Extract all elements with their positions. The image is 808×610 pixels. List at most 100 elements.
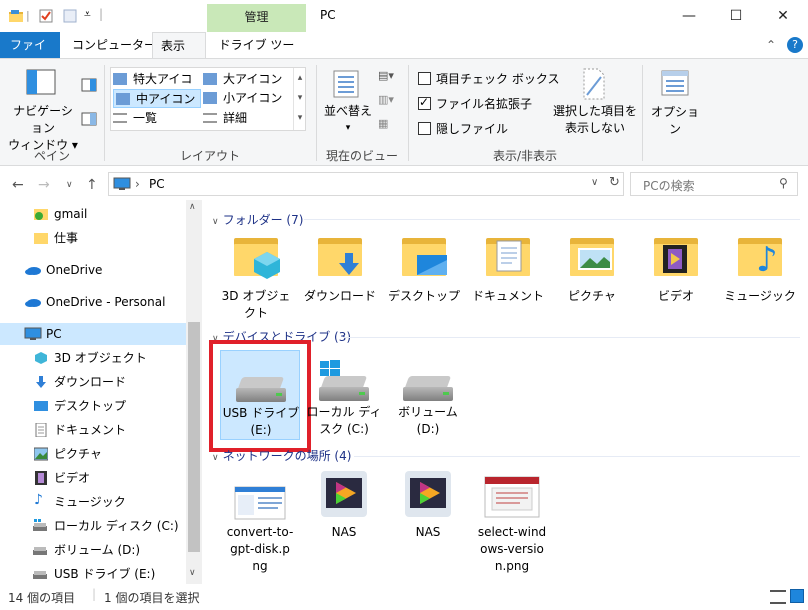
tab-drive-tools[interactable]: ドライブ ツール (207, 32, 306, 78)
nav-item-music[interactable]: ♪ ミュージック (0, 491, 186, 513)
add-columns-icon[interactable]: ▥▾ (378, 93, 400, 109)
qa-customize-icon[interactable]: ⩡ (84, 7, 91, 22)
nav-item-pictures[interactable]: ピクチャ (0, 443, 186, 465)
folder-item-documents[interactable]: ドキュメント (468, 236, 548, 306)
nav-item-desktop[interactable]: デスクトップ (0, 395, 186, 417)
maximize-button[interactable]: ☐ (714, 0, 758, 32)
sort-by-icon[interactable] (330, 69, 362, 99)
folder-item-downloads[interactable]: ダウンロード (300, 236, 380, 306)
minimize-button[interactable]: — (667, 0, 711, 32)
nav-item-3d-objects[interactable]: 3D オブジェクト (0, 347, 186, 369)
preview-pane-icon[interactable] (81, 78, 97, 92)
nav-item-volume-d[interactable]: ボリューム (D:) (0, 539, 186, 561)
usb-drive-icon (33, 571, 47, 579)
folder-item-desktop[interactable]: デスクトップ (384, 236, 464, 306)
details-view-icon[interactable] (770, 590, 786, 604)
help-icon[interactable]: ? (787, 37, 803, 53)
folder-label: ピクチャ (568, 289, 616, 303)
layout-list[interactable]: 一覧 (113, 109, 201, 128)
layout-large-icons[interactable]: 大アイコン (203, 70, 291, 88)
nav-item-local-disk-c[interactable]: ローカル ディスク (C:) (0, 515, 186, 537)
large-icons-view-icon[interactable] (790, 589, 804, 603)
checkbox[interactable] (418, 122, 431, 135)
folder-item-3d-objects[interactable]: 3D オブジェクト (216, 236, 296, 320)
new-folder-icon[interactable] (62, 8, 78, 24)
search-input[interactable]: PCの検索 ⚲ (630, 172, 798, 196)
up-arrow-icon[interactable]: ↑ (86, 177, 98, 193)
layout-small-icons[interactable]: 小アイコン (203, 89, 291, 108)
drive-item-local-c[interactable]: ローカル ディ スク (C:) (304, 350, 384, 440)
scroll-down-icon[interactable]: ∨ (189, 568, 196, 578)
network-section-header[interactable]: ∨ ネットワークの場所 (4) (212, 447, 351, 465)
details-icon (203, 113, 217, 123)
tab-view[interactable]: 表示 (152, 32, 206, 59)
manage-context-tab-header: 管理 (207, 4, 306, 32)
drive-item-volume-d[interactable]: ボリューム (D:) (388, 350, 468, 440)
ribbon-collapse-icon[interactable]: ⌃ (766, 38, 776, 52)
layout-extra-large-icons[interactable]: 特大アイコン (113, 70, 201, 104)
download-icon (36, 376, 46, 388)
refresh-icon[interactable]: ↻ (609, 175, 620, 190)
status-bar: 14 個の項目 | 1 個の項目を選択 (0, 584, 808, 610)
network-item-select-windows-version[interactable]: select-wind ows-versio n.png (472, 470, 552, 580)
drive-label-1: ローカル ディ (306, 405, 382, 419)
nav-item-pc[interactable]: PC (0, 323, 186, 345)
search-icon[interactable]: ⚲ (779, 176, 788, 190)
options-button[interactable]: オプション (646, 103, 704, 137)
options-icon[interactable] (660, 69, 690, 97)
properties-icon[interactable] (38, 8, 54, 24)
hide-selected-icon[interactable] (581, 67, 607, 101)
nav-item-gmail[interactable]: gmail (0, 203, 186, 225)
group-by-icon[interactable]: ▤▾ (378, 69, 400, 85)
drive-item-usb-e[interactable]: USB ドライブ (E:) (220, 350, 300, 440)
video-icon (35, 471, 47, 485)
nav-item-onedrive[interactable]: OneDrive (0, 259, 186, 281)
close-button[interactable]: ✕ (761, 0, 805, 32)
network-item-convert-to-gpt-disk[interactable]: convert-to- gpt-disk.p ng (220, 470, 300, 580)
layout-scroll[interactable]: ▴ ▾ ▾ (293, 68, 306, 130)
breadcrumb-separator-icon[interactable]: › (135, 177, 140, 191)
folder-item-music[interactable]: ♪ ミュージック (720, 236, 800, 306)
folder-item-pictures[interactable]: ピクチャ (552, 236, 632, 306)
scroll-up-icon[interactable]: ∧ (189, 202, 196, 212)
section-divider (354, 456, 800, 457)
sort-by-button[interactable]: 並べ替え ▾ (322, 103, 374, 137)
nav-item-documents[interactable]: ドキュメント (0, 419, 186, 441)
tab-file[interactable]: ファイル (0, 32, 60, 78)
nav-item-work[interactable]: 仕事 (0, 227, 186, 249)
item-checkboxes-toggle[interactable]: 項目チェック ボックス (418, 70, 559, 87)
breadcrumb-pc[interactable]: PC (149, 177, 165, 191)
layout-details[interactable]: 詳細 (203, 109, 291, 128)
section-divider (304, 219, 800, 220)
details-pane-icon[interactable] (81, 112, 97, 126)
nav-item-videos[interactable]: ビデオ (0, 467, 186, 489)
nav-item-label: 仕事 (54, 231, 79, 245)
tab-computer[interactable]: コンピューター (64, 32, 164, 58)
file-extensions-toggle[interactable]: ファイル名拡張子 (418, 95, 532, 112)
folder-app-icon[interactable] (8, 8, 24, 24)
folder-item-videos[interactable]: ビデオ (636, 236, 716, 306)
hidden-items-toggle[interactable]: 隠しファイル (418, 120, 508, 137)
checkbox[interactable] (418, 72, 431, 85)
network-item-nas-1[interactable]: NAS (304, 470, 384, 550)
navigation-pane-icon[interactable] (26, 69, 56, 95)
title-bar: | ⩡ | 管理 PC — ☐ ✕ (0, 0, 808, 32)
nav-item-usb-drive-e[interactable]: USB ドライブ (E:) (0, 563, 186, 584)
hide-selected-button[interactable]: 選択した項目を 表示しない (550, 103, 640, 137)
layout-medium-icons[interactable]: 中アイコン (113, 89, 201, 108)
checkbox-checked[interactable] (418, 95, 431, 110)
address-bar[interactable]: › PC ∨ ↻ (108, 172, 624, 196)
back-arrow-icon[interactable]: ← (12, 177, 24, 193)
pc-icon (24, 327, 42, 340)
network-item-nas-2[interactable]: NAS (388, 470, 468, 550)
scroll-thumb[interactable] (188, 322, 200, 552)
nav-item-downloads[interactable]: ダウンロード (0, 371, 186, 393)
nav-pane-scrollbar[interactable]: ∧ ∨ (186, 200, 202, 584)
folders-section-header[interactable]: ∨ フォルダー (7) (212, 211, 303, 229)
forward-arrow-icon[interactable]: → (38, 177, 50, 193)
layout-group-label: レイアウト (179, 149, 240, 163)
recent-locations-icon[interactable]: ∨ (66, 180, 73, 190)
size-columns-icon[interactable]: ▦ (378, 117, 400, 133)
address-dropdown-icon[interactable]: ∨ (591, 177, 598, 188)
nav-item-onedrive-personal[interactable]: OneDrive - Personal (0, 291, 186, 313)
